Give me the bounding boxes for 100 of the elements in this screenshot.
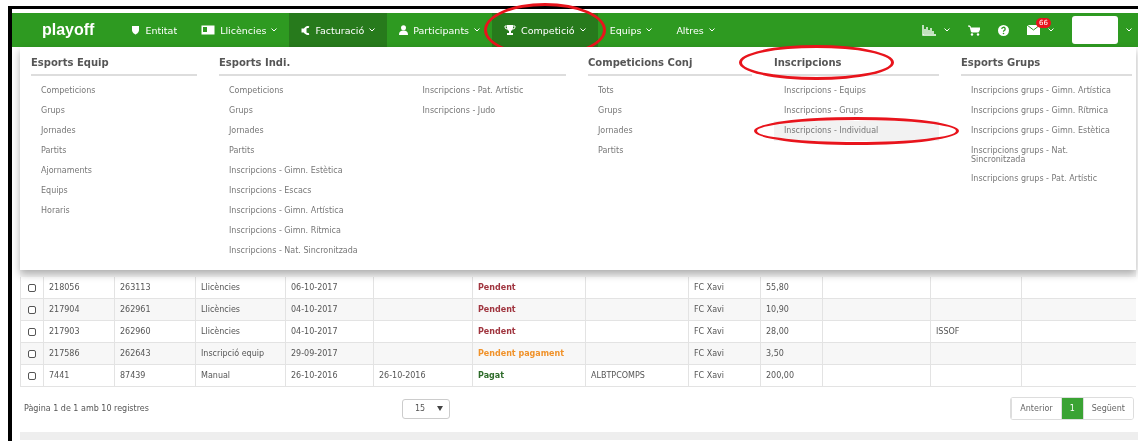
table-cell: 28,00 bbox=[766, 327, 789, 336]
menu-item[interactable]: Grups bbox=[588, 101, 752, 121]
status-text: Pendent bbox=[478, 283, 516, 292]
menu-item[interactable]: Inscripcions - Judo bbox=[412, 101, 566, 121]
table-cell: Llicències bbox=[201, 305, 240, 314]
menu-item[interactable]: Inscripcions - Equips bbox=[774, 81, 939, 101]
menu-item[interactable]: Partits bbox=[31, 141, 197, 161]
mail-icon bbox=[1027, 25, 1040, 35]
table-cell: ALBTPCOMPS bbox=[591, 371, 645, 380]
nav-menu-item[interactable]: Equips bbox=[597, 13, 665, 47]
nav-menu-item[interactable]: Altres bbox=[664, 13, 727, 47]
table-cell: 262960 bbox=[120, 327, 151, 336]
id-card-icon bbox=[201, 25, 216, 35]
table-cell: FC Xavi bbox=[694, 371, 725, 380]
table-cell: FC Xavi bbox=[694, 349, 725, 358]
caret-icon bbox=[1126, 28, 1132, 32]
menu-item[interactable]: Inscripcions - Escacs bbox=[219, 181, 373, 201]
table-cell: 26-10-2016 bbox=[379, 371, 426, 380]
table-cell: ISSOF bbox=[936, 327, 960, 336]
menu-item[interactable]: Partits bbox=[219, 141, 373, 161]
menu-item[interactable]: Inscripcions grups - Gimn. Rítmica bbox=[961, 101, 1132, 121]
table-cell: Llicències bbox=[201, 327, 240, 336]
row-checkbox[interactable] bbox=[28, 305, 36, 314]
brand-logo[interactable]: playoff bbox=[42, 13, 95, 47]
table-cell: Llicències bbox=[201, 283, 240, 292]
menu-item[interactable]: Inscripcions grups - Gimn. Estètica bbox=[961, 121, 1132, 141]
menu-item[interactable]: Equips bbox=[31, 181, 197, 201]
menu-item[interactable]: Inscripcions grups - Pat. Artístic bbox=[961, 169, 1132, 189]
row-checkbox[interactable] bbox=[28, 327, 36, 336]
caret-icon bbox=[1048, 28, 1054, 32]
table-cell: 55,80 bbox=[766, 283, 789, 292]
menu-section-heading: Esports Equip bbox=[31, 57, 110, 68]
table-cell: 29-09-2017 bbox=[291, 349, 338, 358]
table-cell: 217586 bbox=[49, 349, 80, 358]
menu-item[interactable]: Inscripcions - Grups bbox=[774, 101, 939, 121]
table-cell: 06-10-2017 bbox=[291, 283, 338, 292]
club-logo-placeholder bbox=[1072, 16, 1118, 44]
help-button[interactable] bbox=[998, 24, 1009, 36]
menu-item[interactable]: Inscripcions grups - Nat. Sincronitzada bbox=[961, 141, 1132, 169]
table-cell: 262961 bbox=[120, 305, 151, 314]
table-cell: 04-10-2017 bbox=[291, 327, 338, 336]
menu-section-heading: Competicions Conj bbox=[588, 57, 694, 68]
table-cell: 3,50 bbox=[766, 349, 784, 358]
table-cell: 200,00 bbox=[766, 371, 794, 380]
table-cell: 7441 bbox=[49, 371, 70, 380]
row-checkbox[interactable] bbox=[28, 283, 36, 292]
row-checkbox[interactable] bbox=[28, 349, 36, 358]
table-cell: 218056 bbox=[49, 283, 80, 292]
table-cell: 26-10-2016 bbox=[291, 371, 338, 380]
nav-menu-item[interactable]: Entitat bbox=[119, 13, 190, 47]
menu-item[interactable]: Jornades bbox=[588, 121, 752, 141]
table-cell: 87439 bbox=[120, 371, 146, 380]
cart-button[interactable] bbox=[968, 24, 980, 36]
chart-menu[interactable] bbox=[922, 24, 950, 36]
help-icon bbox=[998, 24, 1009, 36]
menu-item[interactable]: Ajornaments bbox=[31, 161, 197, 181]
menu-item[interactable]: Partits bbox=[588, 141, 752, 161]
row-checkbox[interactable] bbox=[28, 371, 36, 380]
nav-menu-item[interactable]: Participants bbox=[387, 13, 493, 47]
page-size-select[interactable]: 15 bbox=[402, 398, 450, 419]
menu-item[interactable]: Jornades bbox=[219, 121, 373, 141]
menu-item[interactable]: Inscripcions - Pat. Artístic bbox=[412, 81, 566, 101]
pagination-button[interactable]: 1 bbox=[1060, 398, 1083, 419]
menu-item[interactable]: Inscripcions - Individual bbox=[774, 121, 939, 141]
menu-item[interactable]: Inscripcions - Nat. Sincronitzada bbox=[219, 241, 373, 261]
caret-icon bbox=[944, 28, 950, 32]
menu-item[interactable]: Tots bbox=[588, 81, 752, 101]
table-cell: FC Xavi bbox=[694, 305, 725, 314]
table-cell: Manual bbox=[201, 371, 231, 380]
menu-item[interactable]: Inscripcions - Gimn. Artística bbox=[219, 201, 373, 221]
nav-menu-item[interactable]: Facturació bbox=[289, 13, 388, 47]
table-cell: 04-10-2017 bbox=[291, 305, 338, 314]
nav-menu-item[interactable]: Competició bbox=[492, 13, 598, 47]
menu-item[interactable]: Competicions bbox=[219, 81, 373, 101]
menu-item[interactable]: Inscripcions grups - Gimn. Artística bbox=[961, 81, 1132, 101]
status-text: Pagat bbox=[478, 371, 504, 380]
menu-item[interactable]: Competicions bbox=[31, 81, 197, 101]
menu-item[interactable]: Grups bbox=[31, 101, 197, 121]
user-icon bbox=[399, 25, 409, 35]
status-text: Pendent pagament bbox=[478, 349, 564, 358]
table-cell: Inscripció equip bbox=[201, 349, 264, 358]
bar-chart-icon bbox=[922, 24, 936, 36]
table-cell: FC Xavi bbox=[694, 327, 725, 336]
menu-item[interactable]: Inscripcions - Gimn. Rítmica bbox=[219, 221, 373, 241]
menu-section-heading: Esports Grups bbox=[961, 57, 1042, 68]
menu-item[interactable]: Inscripcions - Gimn. Estètica bbox=[219, 161, 373, 181]
table-cell: 263113 bbox=[120, 283, 151, 292]
shield-icon bbox=[131, 25, 141, 35]
menu-item[interactable]: Jornades bbox=[31, 121, 197, 141]
table-cell: FC Xavi bbox=[694, 283, 725, 292]
menu-item[interactable]: Horaris bbox=[31, 201, 197, 221]
status-text: Pendent bbox=[478, 305, 516, 314]
pagination-button[interactable]: Següent bbox=[1082, 398, 1133, 419]
account-menu[interactable] bbox=[1072, 16, 1132, 44]
menu-item[interactable]: Grups bbox=[219, 101, 373, 121]
nav-menu-item[interactable]: Llicències bbox=[189, 13, 290, 47]
table-cell: 10,90 bbox=[766, 305, 789, 314]
table-cell: 217904 bbox=[49, 305, 80, 314]
records-summary: Pàgina 1 de 1 amb 10 registres bbox=[24, 404, 150, 413]
cart-icon bbox=[968, 24, 980, 36]
